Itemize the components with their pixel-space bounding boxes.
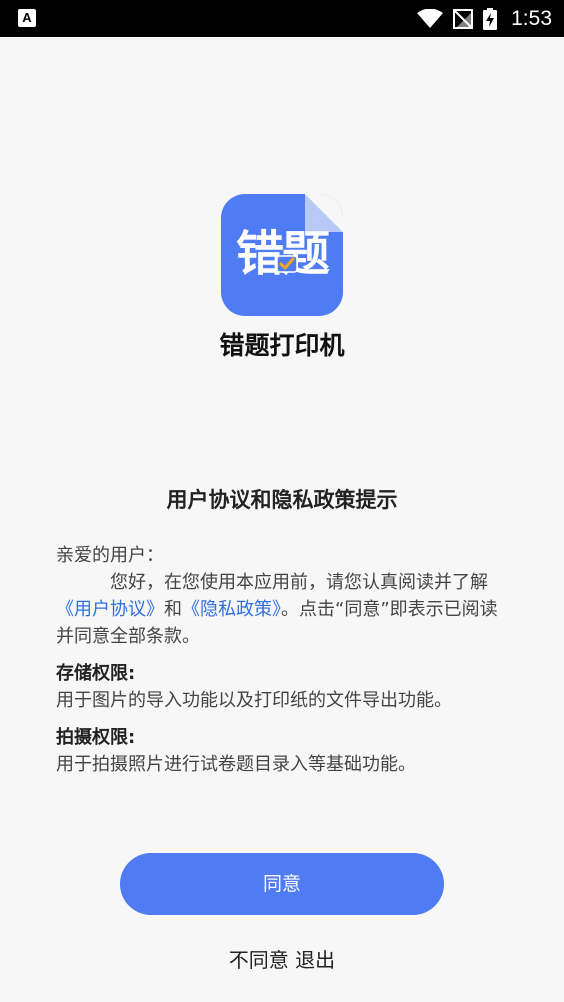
intro-paragraph: 您好，在您使用本应用前，请您认真阅读并了解《用户协议》和《隐私政策》。点击“同意… [56, 572, 498, 647]
policy-content: 亲爱的用户： 您好，在您使用本应用前，请您认真阅读并了解《用户协议》和《隐私政策… [56, 542, 508, 778]
app-logo: 错题 [221, 194, 343, 316]
policy-title: 用户协议和隐私政策提示 [166, 488, 398, 512]
notification-icon: A [18, 9, 36, 27]
agree-button[interactable]: 同意 [120, 853, 444, 915]
check-icon [276, 255, 298, 273]
storage-permission-title: 存储权限: [56, 663, 136, 684]
status-time: 1:53 [511, 7, 552, 30]
battery-charging-icon [483, 8, 498, 30]
app-name: 错题打印机 [219, 331, 345, 360]
greeting: 亲爱的用户： [56, 545, 164, 566]
camera-permission-desc: 用于拍摄照片进行试卷题目录入等基础功能。 [56, 754, 416, 775]
storage-permission-desc: 用于图片的导入功能以及打印纸的文件导出功能。 [56, 690, 452, 711]
disagree-exit-button[interactable]: 不同意 退出 [0, 944, 564, 973]
camera-permission-title: 拍摄权限: [56, 727, 136, 748]
user-agreement-link[interactable]: 《用户协议》 [56, 599, 164, 620]
status-bar: A 1:53 [0, 0, 564, 37]
status-icons: 1:53 [417, 6, 552, 32]
privacy-policy-link[interactable]: 《隐私政策》 [182, 599, 281, 620]
no-signal-icon [453, 9, 474, 29]
wifi-icon [417, 9, 444, 28]
